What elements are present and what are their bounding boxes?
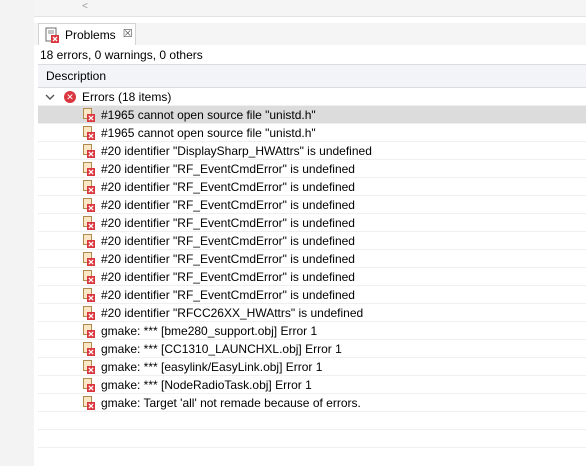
file-error-icon (83, 324, 95, 338)
problem-row[interactable]: #20 identifier "RF_EventCmdError" is und… (38, 250, 586, 268)
problem-description: #20 identifier "RF_EventCmdError" is und… (101, 216, 355, 230)
problem-description: gmake: *** [easylink/EasyLink.obj] Error… (101, 360, 323, 374)
problems-view-icon (44, 27, 60, 43)
empty-row (38, 430, 586, 448)
problem-description: gmake: Target 'all' not remade because o… (101, 396, 361, 410)
file-error-icon (83, 144, 95, 158)
problem-row[interactable]: #20 identifier "RF_EventCmdError" is und… (38, 178, 586, 196)
problem-row[interactable]: #20 identifier "RF_EventCmdError" is und… (38, 160, 586, 178)
file-error-icon (83, 198, 95, 212)
file-error-icon (83, 396, 95, 410)
problem-row[interactable]: gmake: *** [CC1310_LAUNCHXL.obj] Error 1 (38, 340, 586, 358)
close-icon[interactable]: ☒ (123, 29, 133, 40)
problem-description: #20 identifier "RFCC26XX_HWAttrs" is und… (101, 306, 364, 320)
problem-description: #20 identifier "RF_EventCmdError" is und… (101, 198, 355, 212)
problems-panel: 18 errors, 0 warnings, 0 others Descript… (34, 45, 586, 466)
problem-description: #20 identifier "RF_EventCmdError" is und… (101, 270, 355, 284)
problem-description: #1965 cannot open source file "unistd.h" (101, 126, 316, 140)
error-icon: ✕ (64, 91, 76, 103)
column-header-description[interactable]: Description (38, 64, 586, 88)
problem-row[interactable]: #20 identifier "DisplaySharp_HWAttrs" is… (38, 142, 586, 160)
problem-description: gmake: *** [NodeRadioTask.obj] Error 1 (101, 378, 312, 392)
problem-row[interactable]: #20 identifier "RF_EventCmdError" is und… (38, 268, 586, 286)
file-error-icon (83, 108, 95, 122)
empty-row (38, 412, 586, 430)
problem-row[interactable]: gmake: Target 'all' not remade because o… (38, 394, 586, 412)
file-error-icon (83, 126, 95, 140)
problem-row[interactable]: #1965 cannot open source file "unistd.h" (38, 124, 586, 142)
problem-description: #20 identifier "RF_EventCmdError" is und… (101, 288, 355, 302)
problem-row[interactable]: gmake: *** [bme280_support.obj] Error 1 (38, 322, 586, 340)
file-error-icon (83, 378, 95, 392)
chevron-left-icon[interactable]: < (78, 0, 92, 14)
problem-row[interactable]: #1965 cannot open source file "unistd.h" (38, 106, 586, 124)
chevron-down-icon[interactable] (44, 88, 56, 106)
file-error-icon (83, 360, 95, 374)
top-scroll-strip: < (34, 0, 586, 17)
tab-problems-label: Problems (65, 27, 116, 42)
problem-description: #20 identifier "RF_EventCmdError" is und… (101, 162, 355, 176)
file-error-icon (83, 180, 95, 194)
problem-description: #20 identifier "RF_EventCmdError" is und… (101, 180, 355, 194)
problem-description: gmake: *** [CC1310_LAUNCHXL.obj] Error 1 (101, 342, 342, 356)
problem-description: #20 identifier "RF_EventCmdError" is und… (101, 252, 355, 266)
column-header-label: Description (46, 69, 107, 83)
file-error-icon (83, 270, 95, 284)
problem-row[interactable]: #20 identifier "RF_EventCmdError" is und… (38, 286, 586, 304)
problem-row[interactable]: #20 identifier "RF_EventCmdError" is und… (38, 232, 586, 250)
problem-row[interactable]: #20 identifier "RF_EventCmdError" is und… (38, 214, 586, 232)
problem-row[interactable]: gmake: *** [easylink/EasyLink.obj] Error… (38, 358, 586, 376)
problem-description: gmake: *** [bme280_support.obj] Error 1 (101, 324, 318, 338)
problem-description: #20 identifier "RF_EventCmdError" is und… (101, 234, 355, 248)
problems-summary: 18 errors, 0 warnings, 0 others (40, 48, 203, 62)
tab-problems[interactable]: Problems ☒ (38, 23, 136, 45)
file-error-icon (83, 288, 95, 302)
tree-group-errors[interactable]: ✕ Errors (18 items) (38, 88, 586, 106)
problem-row[interactable]: #20 identifier "RFCC26XX_HWAttrs" is und… (38, 304, 586, 322)
view-tabbar: Problems ☒ (34, 23, 586, 45)
eclipse-window: < Problems ☒ 18 errors, 0 warnings, 0 ot… (0, 0, 586, 466)
file-error-icon (83, 216, 95, 230)
file-error-icon (83, 342, 95, 356)
group-label: Errors (18 items) (82, 90, 172, 104)
file-error-icon (83, 252, 95, 266)
problem-description: #20 identifier "DisplaySharp_HWAttrs" is… (101, 144, 372, 158)
problem-row[interactable]: gmake: *** [NodeRadioTask.obj] Error 1 (38, 376, 586, 394)
problem-description: #1965 cannot open source file "unistd.h" (101, 108, 316, 122)
file-error-icon (83, 306, 95, 320)
left-gutter (0, 0, 34, 466)
problems-tree[interactable]: ✕ Errors (18 items) #1965 cannot open so… (38, 88, 586, 448)
problem-row[interactable]: #20 identifier "RF_EventCmdError" is und… (38, 196, 586, 214)
file-error-icon (83, 162, 95, 176)
file-error-icon (83, 234, 95, 248)
